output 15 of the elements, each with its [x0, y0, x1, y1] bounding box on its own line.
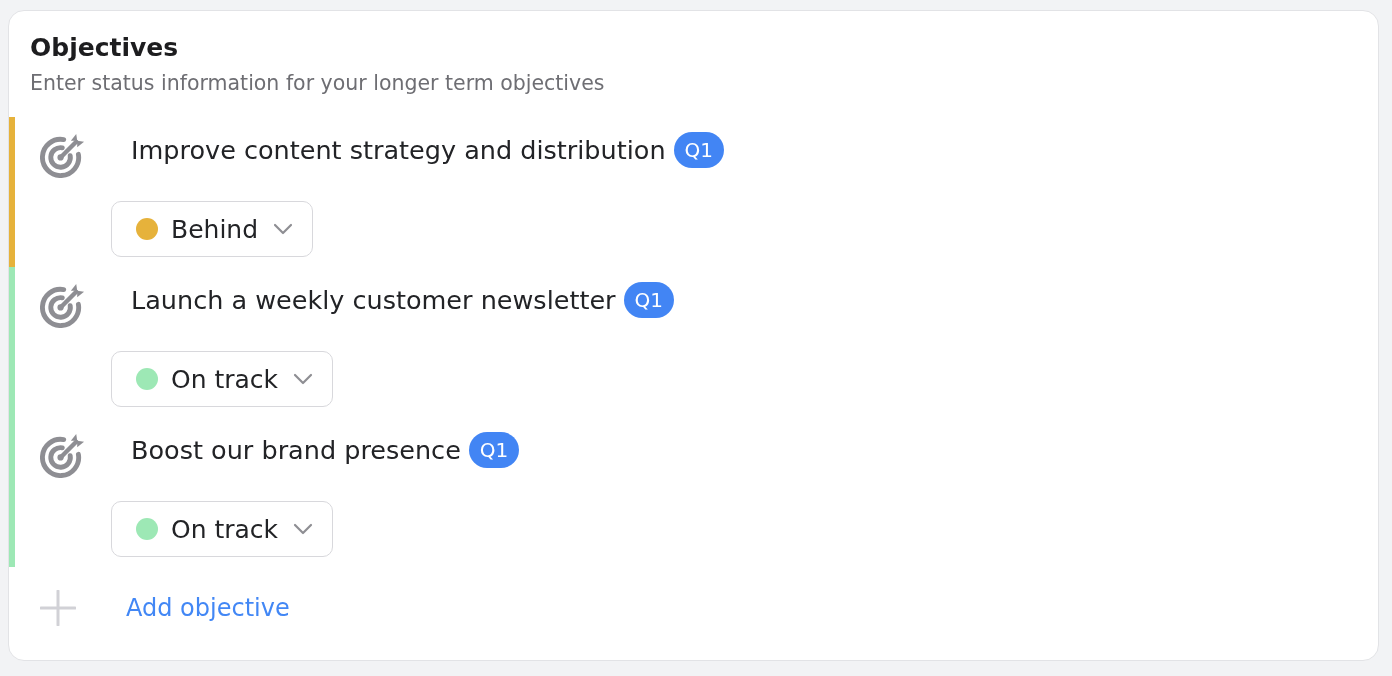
status-dropdown[interactable]: On track — [111, 501, 334, 557]
section-title: Objectives — [30, 33, 180, 63]
objective-title: Launch a weekly customer newsletter — [131, 284, 616, 317]
chevron-down-icon — [293, 373, 314, 385]
objective-title: Boost our brand presence — [131, 434, 461, 467]
section-subtitle: Enter status information for your longer term objectives — [30, 70, 606, 96]
objective-title: Improve content strategy and distribution — [131, 134, 666, 167]
status-dropdown[interactable]: On track — [111, 351, 334, 407]
quarter-badge: Q1 — [623, 282, 675, 318]
status-dropdown[interactable]: Behind — [111, 201, 314, 257]
chevron-down-icon — [293, 523, 314, 535]
plus-icon — [40, 590, 76, 626]
quarter-badge: Q1 — [468, 432, 520, 468]
chevron-down-icon — [273, 223, 294, 235]
quarter-badge: Q1 — [673, 132, 725, 168]
